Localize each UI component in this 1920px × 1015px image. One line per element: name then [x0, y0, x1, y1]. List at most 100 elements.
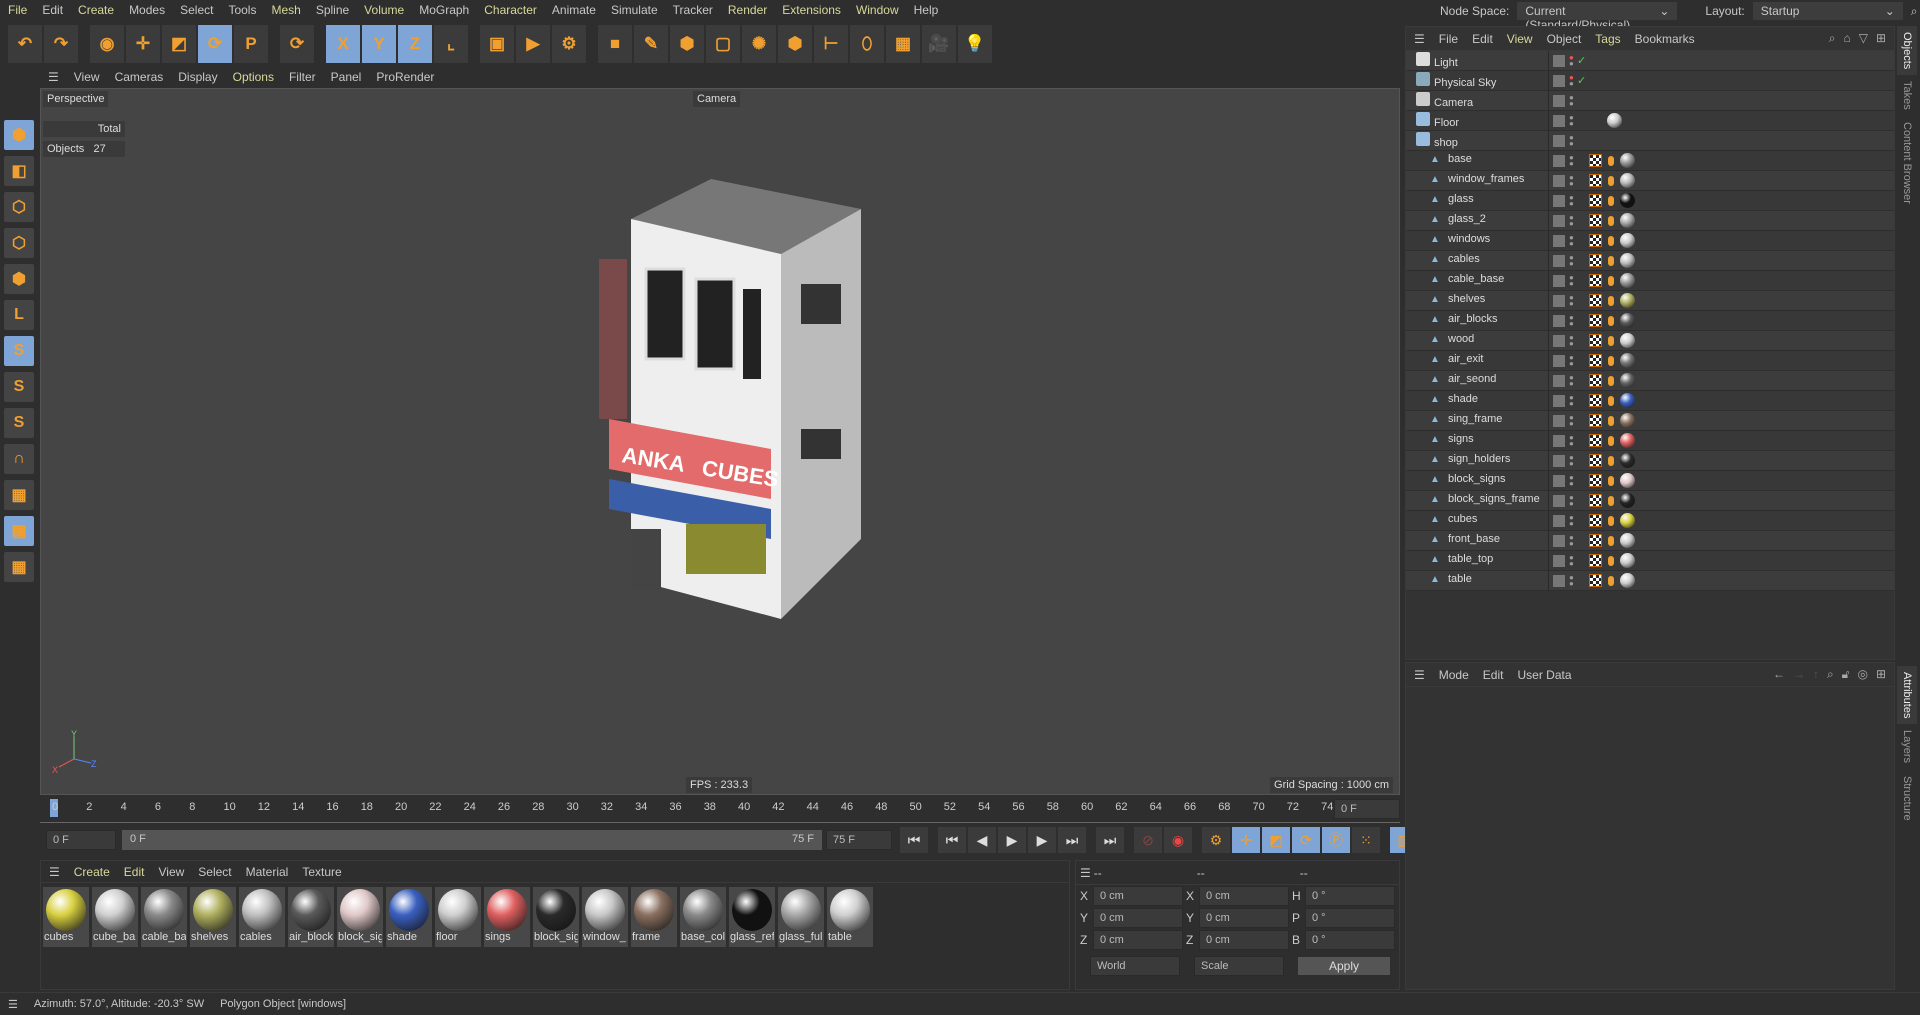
- uvw-tag-icon[interactable]: [1589, 234, 1602, 247]
- snap-icon[interactable]: S: [4, 336, 34, 366]
- visibility-toggle[interactable]: [1553, 154, 1565, 167]
- render-dots[interactable]: ● ●: [1569, 133, 1577, 147]
- key-rotation-icon[interactable]: ⟳: [1292, 827, 1320, 853]
- material-swatch[interactable]: air_block: [288, 887, 334, 947]
- uvw-tag-icon[interactable]: [1589, 294, 1602, 307]
- side-tab-structure[interactable]: Structure: [1897, 770, 1917, 827]
- new-window-icon[interactable]: ⊞: [1876, 31, 1886, 46]
- prev-key-icon[interactable]: ⏮: [938, 827, 966, 853]
- render-dots[interactable]: ● ●: [1569, 93, 1577, 107]
- material-swatch[interactable]: frame: [631, 887, 677, 947]
- visibility-toggle[interactable]: [1553, 374, 1565, 387]
- object-menu-view[interactable]: View: [1507, 32, 1533, 46]
- uvw-tag-icon[interactable]: [1589, 494, 1602, 507]
- render-dots[interactable]: ● ●: [1569, 213, 1577, 227]
- hamburger-icon[interactable]: ☰: [1080, 866, 1091, 880]
- uvw-tag-icon[interactable]: [1589, 374, 1602, 387]
- keyframe-settings-icon[interactable]: ⚙: [1202, 827, 1230, 853]
- redo-icon[interactable]: ↷: [44, 25, 78, 63]
- visibility-toggle[interactable]: [1553, 334, 1565, 347]
- side-tab-layers[interactable]: Layers: [1897, 724, 1917, 769]
- object-row[interactable]: ▲ cubes ● ●: [1406, 510, 1894, 531]
- hamburger-icon[interactable]: ☰: [1414, 32, 1425, 46]
- visibility-toggle[interactable]: [1553, 534, 1565, 547]
- visibility-toggle[interactable]: [1553, 574, 1565, 587]
- deformer-icon[interactable]: ⊢: [814, 25, 848, 63]
- coord-field[interactable]: 0 °: [1305, 886, 1395, 906]
- phong-tag-icon[interactable]: [1608, 395, 1614, 406]
- visibility-toggle[interactable]: [1553, 134, 1565, 147]
- render-dots[interactable]: ● ●: [1569, 473, 1577, 487]
- render-dots[interactable]: ● ●: [1569, 233, 1577, 247]
- visibility-toggle[interactable]: [1553, 54, 1565, 67]
- render-dots[interactable]: ● ●: [1569, 553, 1577, 567]
- visibility-toggle[interactable]: [1553, 414, 1565, 427]
- material-tag-icon[interactable]: [1620, 533, 1635, 548]
- material-menu-texture[interactable]: Texture: [302, 865, 341, 879]
- hamburger-icon[interactable]: ☰: [48, 70, 59, 84]
- lock-icon[interactable]: 🔓︎: [1842, 667, 1850, 682]
- material-tag-icon[interactable]: [1620, 553, 1635, 568]
- menu-spline[interactable]: Spline: [316, 3, 349, 17]
- phong-tag-icon[interactable]: [1608, 415, 1614, 426]
- visibility-toggle[interactable]: [1553, 514, 1565, 527]
- coord-mode-dropdown[interactable]: World: [1090, 956, 1180, 976]
- current-frame-field[interactable]: 0 F: [1334, 799, 1400, 819]
- menu-simulate[interactable]: Simulate: [611, 3, 658, 17]
- x-axis-icon[interactable]: X: [326, 25, 360, 63]
- render-settings-icon[interactable]: ⚙: [552, 25, 586, 63]
- menu-volume[interactable]: Volume: [364, 3, 404, 17]
- render-dots[interactable]: ● ●: [1569, 393, 1577, 407]
- cube-icon[interactable]: ■: [598, 25, 632, 63]
- edges-mode-icon[interactable]: ⬡: [4, 228, 34, 258]
- menu-create[interactable]: Create: [78, 3, 114, 17]
- extrude-icon[interactable]: ▢: [706, 25, 740, 63]
- uvw-tag-icon[interactable]: [1589, 434, 1602, 447]
- material-tag-icon[interactable]: [1620, 313, 1635, 328]
- y-axis-icon[interactable]: Y: [362, 25, 396, 63]
- hamburger-icon[interactable]: ☰: [1414, 668, 1425, 682]
- material-menu-create[interactable]: Create: [74, 865, 110, 879]
- coord-field[interactable]: 0 cm: [1199, 930, 1289, 950]
- menu-tools[interactable]: Tools: [228, 3, 256, 17]
- uvw-tag-icon[interactable]: [1589, 174, 1602, 187]
- render-dots[interactable]: ● ●: [1569, 53, 1577, 67]
- object-row[interactable]: Camera ● ●: [1406, 90, 1894, 111]
- record-key-icon[interactable]: ⊘: [1134, 827, 1162, 853]
- material-menu-select[interactable]: Select: [198, 865, 231, 879]
- end-frame-field[interactable]: 75 F: [826, 830, 892, 850]
- phong-tag-icon[interactable]: [1608, 155, 1614, 166]
- object-row[interactable]: ▲ block_signs ● ●: [1406, 470, 1894, 491]
- visibility-toggle[interactable]: [1553, 454, 1565, 467]
- material-menu-material[interactable]: Material: [246, 865, 289, 879]
- object-row[interactable]: ▲ cable_base ● ●: [1406, 270, 1894, 291]
- uvw-tag-icon[interactable]: [1589, 514, 1602, 527]
- visibility-toggle[interactable]: [1553, 294, 1565, 307]
- material-swatch[interactable]: block_sig: [533, 887, 579, 947]
- render-dots[interactable]: ● ●: [1569, 533, 1577, 547]
- key-pla-icon[interactable]: ⁙: [1352, 827, 1380, 853]
- field-icon[interactable]: ⬯: [850, 25, 884, 63]
- material-tag-icon[interactable]: [1620, 233, 1635, 248]
- phong-tag-icon[interactable]: [1608, 575, 1614, 586]
- uvw-tag-icon[interactable]: [1589, 414, 1602, 427]
- material-swatch[interactable]: glass_ref: [729, 887, 775, 947]
- cloner-icon[interactable]: ✺: [742, 25, 776, 63]
- material-swatch[interactable]: window_: [582, 887, 628, 947]
- uvw-tag-icon[interactable]: [1589, 254, 1602, 267]
- layout-dropdown[interactable]: Startup ⌄: [1752, 2, 1903, 20]
- visibility-toggle[interactable]: [1553, 214, 1565, 227]
- attribute-menu-edit[interactable]: Edit: [1483, 668, 1504, 682]
- menu-edit[interactable]: Edit: [42, 3, 63, 17]
- phong-tag-icon[interactable]: [1608, 255, 1614, 266]
- object-row[interactable]: ▲ air_seond ● ●: [1406, 370, 1894, 391]
- material-tag-icon[interactable]: [1620, 333, 1635, 348]
- render-dots[interactable]: ● ●: [1569, 193, 1577, 207]
- mograph-icon[interactable]: ⬢: [778, 25, 812, 63]
- play-icon[interactable]: ▶: [998, 827, 1026, 853]
- coord-field[interactable]: 0 cm: [1199, 886, 1289, 906]
- light-icon[interactable]: 💡: [958, 25, 992, 63]
- material-swatch[interactable]: table: [827, 887, 873, 947]
- new-window-icon[interactable]: ⊞: [1876, 667, 1886, 682]
- visibility-toggle[interactable]: [1553, 554, 1565, 567]
